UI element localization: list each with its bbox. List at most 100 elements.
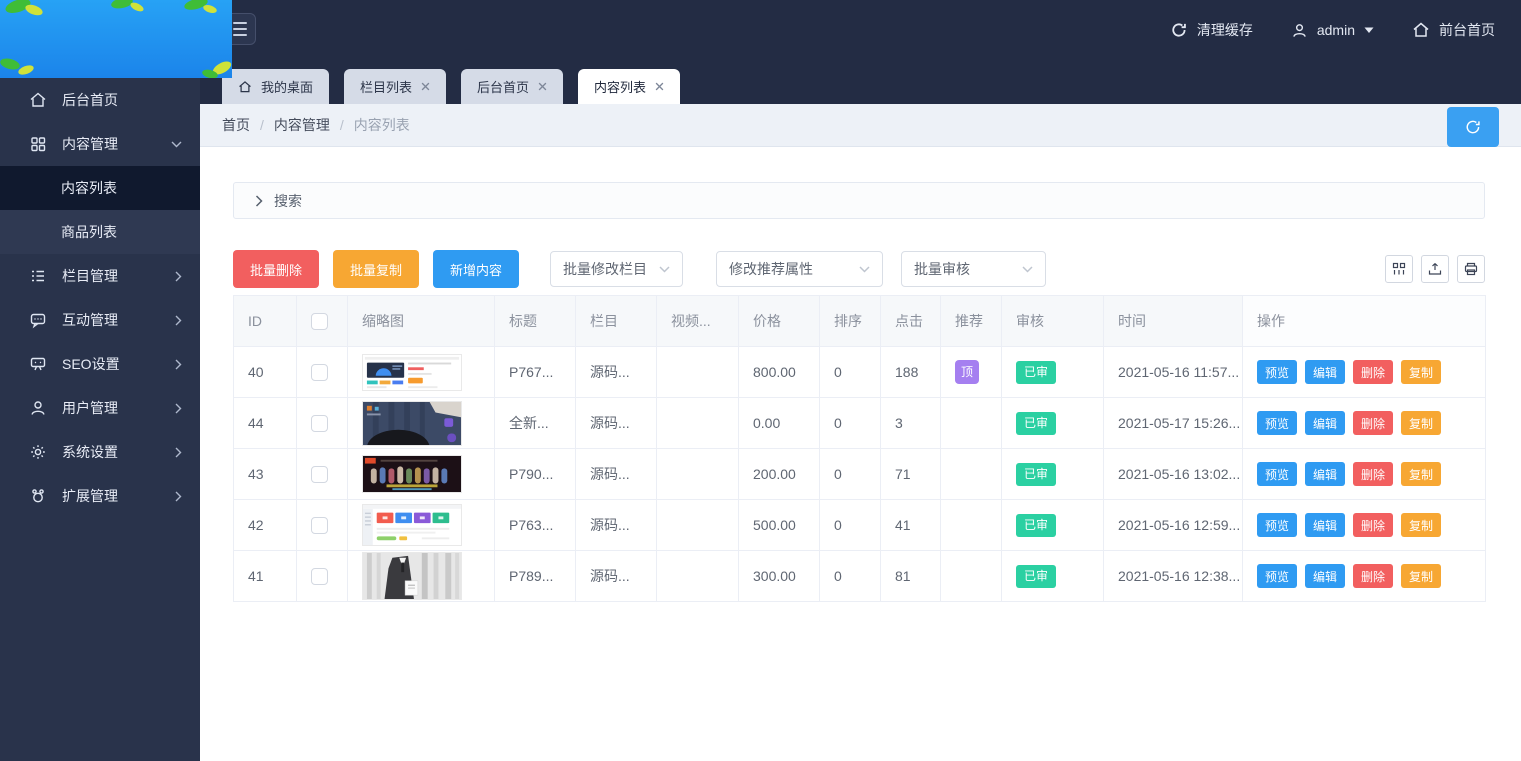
- tab-category-list[interactable]: 栏目列表: [344, 69, 446, 104]
- search-collapse-panel[interactable]: 搜索: [233, 182, 1485, 219]
- row-checkbox[interactable]: [311, 364, 328, 381]
- user-icon: [1291, 22, 1308, 39]
- thumbnail-image[interactable]: [362, 354, 462, 391]
- add-content-button[interactable]: 新增内容: [433, 250, 519, 288]
- preview-button[interactable]: 预览: [1257, 513, 1297, 537]
- cell-actions: 预览 编辑 删除 复制: [1243, 500, 1486, 551]
- cell-id: 41: [234, 551, 297, 602]
- row-checkbox[interactable]: [311, 517, 328, 534]
- cell-category: 源码...: [576, 347, 657, 398]
- preview-button[interactable]: 预览: [1257, 564, 1297, 588]
- breadcrumb-bar: 首页 / 内容管理 / 内容列表: [200, 104, 1521, 147]
- thumbnail-image[interactable]: [362, 401, 462, 446]
- columns-icon: [1391, 261, 1407, 277]
- logo-image: [0, 0, 232, 78]
- col-sort: 排序: [820, 296, 881, 347]
- copy-button[interactable]: 复制: [1401, 411, 1441, 435]
- preview-button[interactable]: 预览: [1257, 411, 1297, 435]
- cell-title: P763...: [495, 500, 576, 551]
- edit-button[interactable]: 编辑: [1305, 360, 1345, 384]
- cell-sort: 0: [820, 347, 881, 398]
- breadcrumb-home[interactable]: 首页: [222, 115, 250, 135]
- close-icon[interactable]: [655, 82, 664, 91]
- sidebar-item-label: 栏目管理: [62, 266, 160, 286]
- batch-change-category-select[interactable]: 批量修改栏目: [550, 251, 683, 287]
- sidebar-item-label: 商品列表: [61, 222, 117, 242]
- sidebar-item-content-mgmt[interactable]: 内容管理: [0, 122, 200, 166]
- edit-button[interactable]: 编辑: [1305, 513, 1345, 537]
- copy-button[interactable]: 复制: [1401, 360, 1441, 384]
- tab-admin-home[interactable]: 后台首页: [461, 69, 563, 104]
- cell-video: [657, 347, 739, 398]
- col-audit: 审核: [1002, 296, 1104, 347]
- sidebar-item-interaction-mgmt[interactable]: 互动管理: [0, 298, 200, 342]
- cell-clicks: 188: [881, 347, 941, 398]
- delete-button[interactable]: 删除: [1353, 462, 1393, 486]
- cell-video: [657, 551, 739, 602]
- sidebar-item-extension-mgmt[interactable]: 扩展管理: [0, 474, 200, 518]
- close-icon[interactable]: [421, 82, 430, 91]
- table-toolbar: 批量删除 批量复制 新增内容 批量修改栏目 修改推荐属性 批量审核: [233, 250, 1485, 288]
- delete-button[interactable]: 删除: [1353, 411, 1393, 435]
- row-checkbox[interactable]: [311, 415, 328, 432]
- sidebar-item-user-mgmt[interactable]: 用户管理: [0, 386, 200, 430]
- column-settings-button[interactable]: [1385, 255, 1413, 283]
- preview-button[interactable]: 预览: [1257, 462, 1297, 486]
- clear-cache-button[interactable]: 清理缓存: [1170, 20, 1253, 40]
- close-icon[interactable]: [538, 82, 547, 91]
- batch-audit-select[interactable]: 批量审核: [901, 251, 1046, 287]
- tab-label: 栏目列表: [360, 77, 412, 96]
- sidebar-item-system-settings[interactable]: 系统设置: [0, 430, 200, 474]
- thumbnail-image[interactable]: [362, 455, 462, 493]
- cell-recommend: [941, 398, 1002, 449]
- batch-copy-button[interactable]: 批量复制: [333, 250, 419, 288]
- batch-delete-button[interactable]: 批量删除: [233, 250, 319, 288]
- sidebar-item-admin-home[interactable]: 后台首页: [0, 78, 200, 122]
- delete-button[interactable]: 删除: [1353, 564, 1393, 588]
- sidebar-item-seo-settings[interactable]: SEO设置: [0, 342, 200, 386]
- edit-button[interactable]: 编辑: [1305, 411, 1345, 435]
- select-all-checkbox[interactable]: [311, 313, 328, 330]
- sidebar-item-category-mgmt[interactable]: 栏目管理: [0, 254, 200, 298]
- copy-button[interactable]: 复制: [1401, 564, 1441, 588]
- row-checkbox[interactable]: [311, 568, 328, 585]
- cell-time: 2021-05-17 15:26...: [1104, 398, 1243, 449]
- preview-button[interactable]: 预览: [1257, 360, 1297, 384]
- delete-button[interactable]: 删除: [1353, 360, 1393, 384]
- table-row: 44: [234, 398, 1486, 449]
- breadcrumb-content-mgmt[interactable]: 内容管理: [274, 115, 330, 135]
- sidebar-item-content-list[interactable]: 内容列表: [0, 166, 200, 210]
- sidebar-item-label: 内容列表: [61, 178, 117, 198]
- cell-actions: 预览 编辑 删除 复制: [1243, 551, 1486, 602]
- cell-id: 40: [234, 347, 297, 398]
- thumbnail-image[interactable]: [362, 552, 462, 600]
- user-menu[interactable]: admin: [1291, 22, 1374, 39]
- cell-audit: 已审: [1002, 398, 1104, 449]
- cell-recommend: [941, 449, 1002, 500]
- tab-content-list[interactable]: 内容列表: [578, 69, 680, 104]
- edit-button[interactable]: 编辑: [1305, 564, 1345, 588]
- edit-button[interactable]: 编辑: [1305, 462, 1345, 486]
- cell-thumbnail: [348, 398, 495, 449]
- cell-category: 源码...: [576, 398, 657, 449]
- cell-time: 2021-05-16 12:38...: [1104, 551, 1243, 602]
- tab-my-desktop[interactable]: 我的桌面: [222, 69, 329, 104]
- cell-time: 2021-05-16 13:02...: [1104, 449, 1243, 500]
- cell-recommend: 顶: [941, 347, 1002, 398]
- export-button[interactable]: [1421, 255, 1449, 283]
- sidebar-item-product-list[interactable]: 商品列表: [0, 210, 200, 254]
- list-icon: [29, 267, 47, 285]
- thumbnail-image[interactable]: [362, 504, 462, 546]
- row-checkbox[interactable]: [311, 466, 328, 483]
- change-recommend-attr-select[interactable]: 修改推荐属性: [716, 251, 883, 287]
- cell-actions: 预览 编辑 删除 复制: [1243, 347, 1486, 398]
- copy-button[interactable]: 复制: [1401, 513, 1441, 537]
- front-home-link[interactable]: 前台首页: [1412, 20, 1495, 40]
- print-button[interactable]: [1457, 255, 1485, 283]
- front-home-label: 前台首页: [1439, 20, 1495, 40]
- cell-video: [657, 449, 739, 500]
- copy-button[interactable]: 复制: [1401, 462, 1441, 486]
- refresh-page-button[interactable]: [1447, 107, 1499, 147]
- delete-button[interactable]: 删除: [1353, 513, 1393, 537]
- sidebar-item-label: 用户管理: [62, 398, 160, 418]
